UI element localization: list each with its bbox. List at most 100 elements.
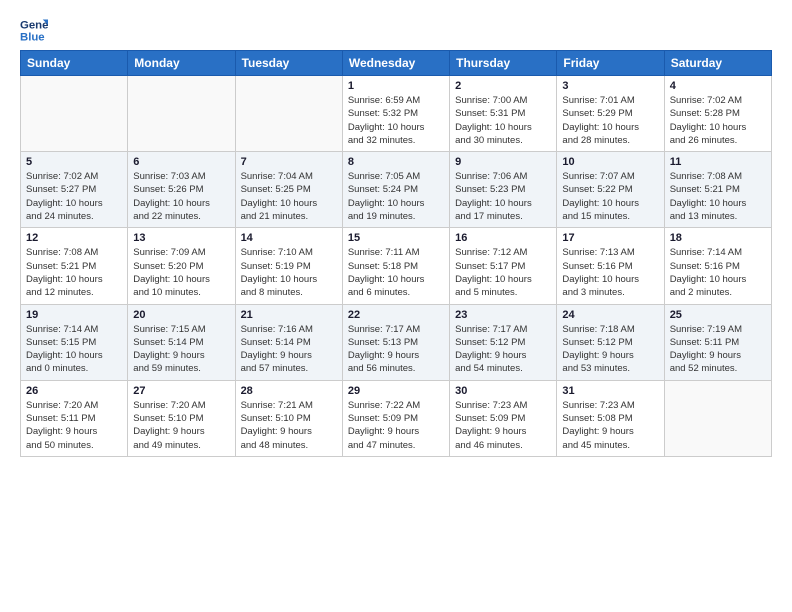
day-info: Sunrise: 7:14 AM Sunset: 5:15 PM Dayligh… — [26, 323, 122, 376]
calendar-cell: 10 Sunrise: 7:07 AM Sunset: 5:22 PM Dayli… — [557, 152, 664, 228]
calendar-cell: 9 Sunrise: 7:06 AM Sunset: 5:23 PM Daylig… — [450, 152, 557, 228]
calendar-weekday-header: Sunday — [21, 51, 128, 76]
logo: General Blue — [20, 16, 50, 44]
calendar-cell: 13 Sunrise: 7:09 AM Sunset: 5:20 PM Dayli… — [128, 228, 235, 304]
calendar-weekday-header: Thursday — [450, 51, 557, 76]
day-info: Sunrise: 7:21 AM Sunset: 5:10 PM Dayligh… — [241, 399, 337, 452]
day-number: 20 — [133, 309, 229, 321]
calendar-cell — [21, 76, 128, 152]
day-number: 6 — [133, 156, 229, 168]
calendar-cell: 26Sunrise: 7:20 AM Sunset: 5:11 PM Dayli… — [21, 380, 128, 456]
day-info: Sunrise: 7:08 AM Sunset: 5:21 PM Dayligh… — [26, 246, 122, 299]
day-info: Sunrise: 7:03 AM Sunset: 5:26 PM Dayligh… — [133, 170, 229, 223]
calendar-week-row: 19 Sunrise: 7:14 AM Sunset: 5:15 PM Dayli… — [21, 304, 772, 380]
day-number: 31 — [562, 385, 658, 397]
day-info: Sunrise: 7:20 AM Sunset: 5:10 PM Dayligh… — [133, 399, 229, 452]
day-number: 25 — [670, 309, 766, 321]
day-info: Sunrise: 7:23 AM Sunset: 5:08 PM Dayligh… — [562, 399, 658, 452]
calendar-cell: 6 Sunrise: 7:03 AM Sunset: 5:26 PM Daylig… — [128, 152, 235, 228]
calendar-cell: 11Sunrise: 7:08 AM Sunset: 5:21 PM Dayli… — [664, 152, 771, 228]
calendar-cell: 2 Sunrise: 7:00 AM Sunset: 5:31 PM Daylig… — [450, 76, 557, 152]
day-number: 19 — [26, 309, 122, 321]
day-info: Sunrise: 7:18 AM Sunset: 5:12 PM Dayligh… — [562, 323, 658, 376]
calendar-cell: 14 Sunrise: 7:10 AM Sunset: 5:19 PM Dayli… — [235, 228, 342, 304]
day-number: 21 — [241, 309, 337, 321]
calendar-cell: 3 Sunrise: 7:01 AM Sunset: 5:29 PM Daylig… — [557, 76, 664, 152]
calendar-weekday-header: Wednesday — [342, 51, 449, 76]
day-number: 7 — [241, 156, 337, 168]
calendar-cell: 1 Sunrise: 6:59 AM Sunset: 5:32 PM Daylig… — [342, 76, 449, 152]
calendar-cell — [664, 380, 771, 456]
day-number: 13 — [133, 232, 229, 244]
day-number: 22 — [348, 309, 444, 321]
day-number: 12 — [26, 232, 122, 244]
calendar-cell: 28 Sunrise: 7:21 AM Sunset: 5:10 PM Dayli… — [235, 380, 342, 456]
day-info: Sunrise: 7:16 AM Sunset: 5:14 PM Dayligh… — [241, 323, 337, 376]
calendar-cell: 24 Sunrise: 7:18 AM Sunset: 5:12 PM Dayli… — [557, 304, 664, 380]
day-info: Sunrise: 6:59 AM Sunset: 5:32 PM Dayligh… — [348, 94, 444, 147]
day-info: Sunrise: 7:02 AM Sunset: 5:27 PM Dayligh… — [26, 170, 122, 223]
day-info: Sunrise: 7:01 AM Sunset: 5:29 PM Dayligh… — [562, 94, 658, 147]
calendar-cell: 22 Sunrise: 7:17 AM Sunset: 5:13 PM Dayli… — [342, 304, 449, 380]
day-info: Sunrise: 7:04 AM Sunset: 5:25 PM Dayligh… — [241, 170, 337, 223]
calendar-cell: 12 Sunrise: 7:08 AM Sunset: 5:21 PM Dayli… — [21, 228, 128, 304]
day-number: 1 — [348, 80, 444, 92]
calendar-header-row: SundayMondayTuesdayWednesdayThursdayFrid… — [21, 51, 772, 76]
day-info: Sunrise: 7:17 AM Sunset: 5:13 PM Dayligh… — [348, 323, 444, 376]
day-number: 17 — [562, 232, 658, 244]
day-info: Sunrise: 7:15 AM Sunset: 5:14 PM Dayligh… — [133, 323, 229, 376]
day-info: Sunrise: 7:10 AM Sunset: 5:19 PM Dayligh… — [241, 246, 337, 299]
day-number: 9 — [455, 156, 551, 168]
calendar-cell: 25 Sunrise: 7:19 AM Sunset: 5:11 PM Dayli… — [664, 304, 771, 380]
calendar-cell: 23Sunrise: 7:17 AM Sunset: 5:12 PM Dayli… — [450, 304, 557, 380]
day-number: 26 — [26, 385, 122, 397]
logo-icon: General Blue — [20, 16, 48, 44]
day-info: Sunrise: 7:12 AM Sunset: 5:17 PM Dayligh… — [455, 246, 551, 299]
day-info: Sunrise: 7:02 AM Sunset: 5:28 PM Dayligh… — [670, 94, 766, 147]
day-number: 14 — [241, 232, 337, 244]
day-number: 15 — [348, 232, 444, 244]
calendar-cell: 5 Sunrise: 7:02 AM Sunset: 5:27 PM Daylig… — [21, 152, 128, 228]
calendar-cell: 29Sunrise: 7:22 AM Sunset: 5:09 PM Dayli… — [342, 380, 449, 456]
day-number: 10 — [562, 156, 658, 168]
calendar-cell: 18 Sunrise: 7:14 AM Sunset: 5:16 PM Dayli… — [664, 228, 771, 304]
day-info: Sunrise: 7:11 AM Sunset: 5:18 PM Dayligh… — [348, 246, 444, 299]
day-number: 18 — [670, 232, 766, 244]
day-info: Sunrise: 7:17 AM Sunset: 5:12 PM Dayligh… — [455, 323, 551, 376]
day-info: Sunrise: 7:14 AM Sunset: 5:16 PM Dayligh… — [670, 246, 766, 299]
day-number: 27 — [133, 385, 229, 397]
calendar-cell: 31 Sunrise: 7:23 AM Sunset: 5:08 PM Dayli… — [557, 380, 664, 456]
calendar-weekday-header: Tuesday — [235, 51, 342, 76]
day-number: 29 — [348, 385, 444, 397]
day-info: Sunrise: 7:05 AM Sunset: 5:24 PM Dayligh… — [348, 170, 444, 223]
calendar-cell: 30 Sunrise: 7:23 AM Sunset: 5:09 PM Dayli… — [450, 380, 557, 456]
calendar-week-row: 26Sunrise: 7:20 AM Sunset: 5:11 PM Dayli… — [21, 380, 772, 456]
calendar-table: SundayMondayTuesdayWednesdayThursdayFrid… — [20, 50, 772, 457]
day-number: 5 — [26, 156, 122, 168]
day-info: Sunrise: 7:07 AM Sunset: 5:22 PM Dayligh… — [562, 170, 658, 223]
day-info: Sunrise: 7:00 AM Sunset: 5:31 PM Dayligh… — [455, 94, 551, 147]
calendar-cell — [128, 76, 235, 152]
calendar-weekday-header: Monday — [128, 51, 235, 76]
header: General Blue — [20, 16, 772, 44]
day-number: 8 — [348, 156, 444, 168]
day-info: Sunrise: 7:23 AM Sunset: 5:09 PM Dayligh… — [455, 399, 551, 452]
day-number: 24 — [562, 309, 658, 321]
day-number: 11 — [670, 156, 766, 168]
day-number: 2 — [455, 80, 551, 92]
calendar-cell: 8 Sunrise: 7:05 AM Sunset: 5:24 PM Daylig… — [342, 152, 449, 228]
calendar-week-row: 12 Sunrise: 7:08 AM Sunset: 5:21 PM Dayli… — [21, 228, 772, 304]
calendar-cell: 7 Sunrise: 7:04 AM Sunset: 5:25 PM Daylig… — [235, 152, 342, 228]
day-info: Sunrise: 7:19 AM Sunset: 5:11 PM Dayligh… — [670, 323, 766, 376]
page: General Blue SundayMondayTuesdayWednesda… — [0, 0, 792, 612]
day-number: 30 — [455, 385, 551, 397]
day-number: 3 — [562, 80, 658, 92]
calendar-cell: 4Sunrise: 7:02 AM Sunset: 5:28 PM Daylig… — [664, 76, 771, 152]
calendar-cell: 20 Sunrise: 7:15 AM Sunset: 5:14 PM Dayli… — [128, 304, 235, 380]
day-info: Sunrise: 7:06 AM Sunset: 5:23 PM Dayligh… — [455, 170, 551, 223]
calendar-weekday-header: Friday — [557, 51, 664, 76]
day-info: Sunrise: 7:09 AM Sunset: 5:20 PM Dayligh… — [133, 246, 229, 299]
calendar-cell: 21 Sunrise: 7:16 AM Sunset: 5:14 PM Dayli… — [235, 304, 342, 380]
day-number: 28 — [241, 385, 337, 397]
calendar-cell: 27 Sunrise: 7:20 AM Sunset: 5:10 PM Dayli… — [128, 380, 235, 456]
